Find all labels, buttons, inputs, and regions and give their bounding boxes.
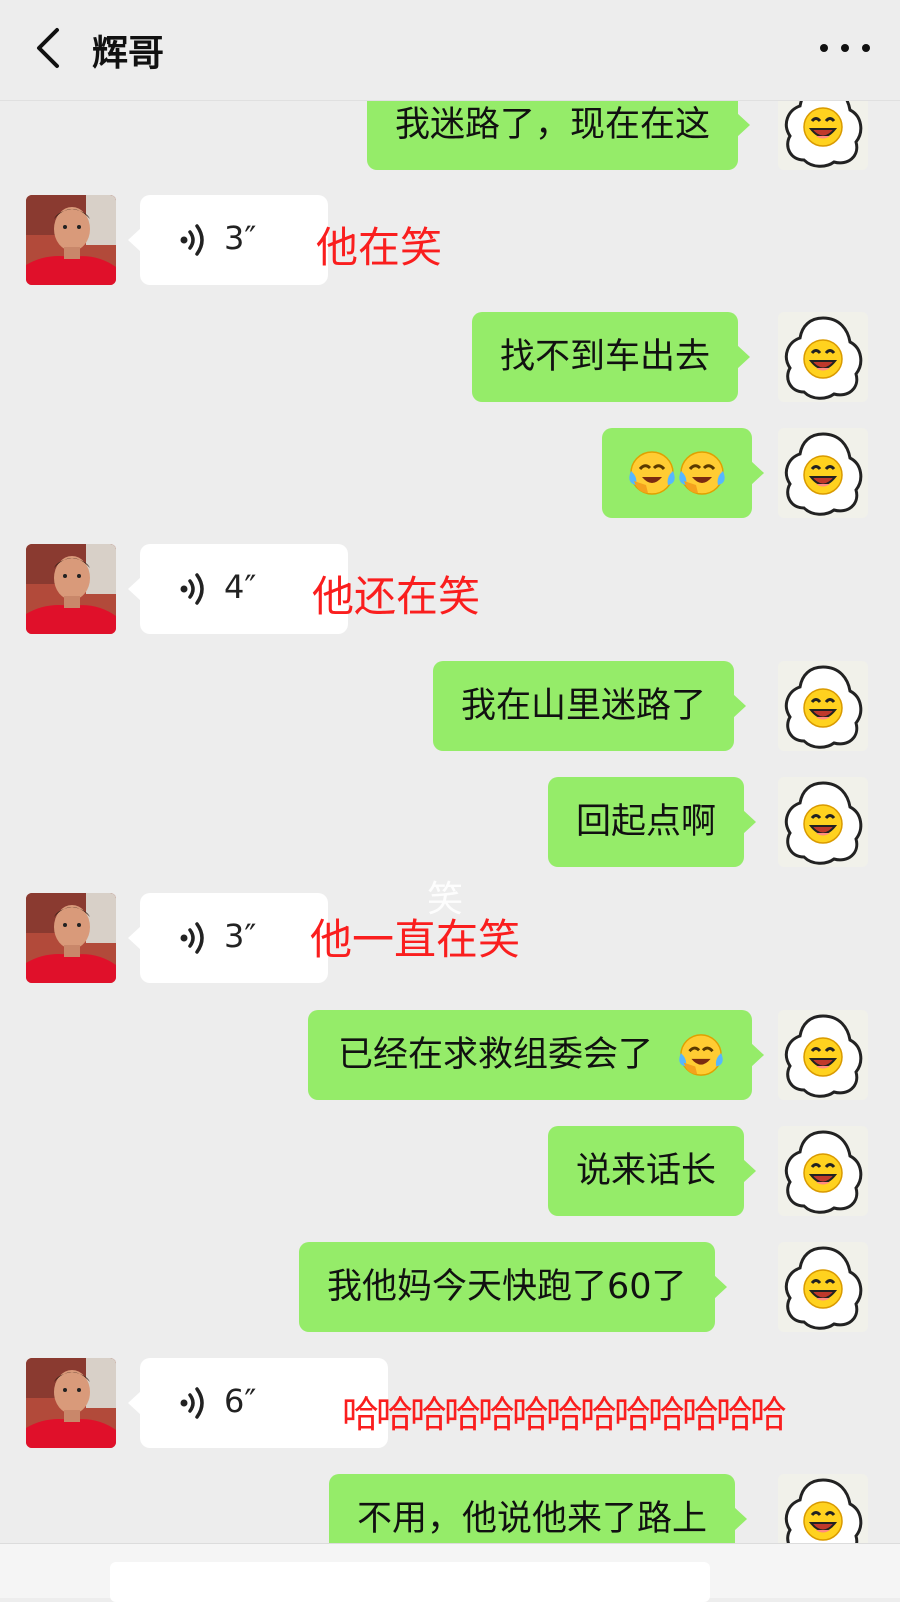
my-avatar-egg[interactable] bbox=[778, 1126, 868, 1216]
message-input[interactable] bbox=[110, 1562, 710, 1602]
chat-title: 辉哥 bbox=[92, 33, 165, 74]
my-avatar-egg[interactable] bbox=[778, 428, 868, 518]
voice-message-bubble[interactable]: 3″ bbox=[128, 195, 328, 285]
red-annotation: 他一直在笑 bbox=[310, 915, 521, 964]
message-bubble-outgoing[interactable]: 已经在求救组委会了 bbox=[308, 1010, 764, 1100]
message-bubble-outgoing[interactable]: 说来话长 bbox=[548, 1126, 757, 1216]
message-bubble-outgoing[interactable]: 找不到车出去 bbox=[472, 312, 751, 402]
my-avatar-egg[interactable] bbox=[778, 312, 868, 402]
back-icon[interactable] bbox=[30, 22, 66, 74]
message-text: 已经在求救组委会了 bbox=[338, 1035, 654, 1075]
friend-avatar[interactable] bbox=[26, 1358, 116, 1448]
laugh-cry-emoji bbox=[678, 449, 726, 497]
emoji-message-bubble[interactable] bbox=[602, 428, 764, 518]
laugh-cry-emoji bbox=[678, 1032, 724, 1078]
voice-wave-icon bbox=[180, 573, 204, 605]
red-annotation: 他在笑 bbox=[316, 223, 443, 272]
friend-avatar[interactable] bbox=[26, 195, 116, 285]
voice-message-bubble[interactable]: 3″ bbox=[128, 893, 328, 983]
voice-wave-icon bbox=[180, 922, 204, 954]
voice-duration: 6″ bbox=[224, 1382, 257, 1420]
more-options-icon[interactable] bbox=[820, 30, 870, 66]
voice-duration: 3″ bbox=[224, 917, 257, 955]
friend-avatar[interactable] bbox=[26, 544, 116, 634]
voice-wave-icon bbox=[180, 1387, 204, 1419]
friend-avatar[interactable] bbox=[26, 893, 116, 983]
input-bar bbox=[0, 1543, 900, 1602]
voice-duration: 4″ bbox=[224, 568, 257, 606]
laugh-cry-emoji bbox=[628, 449, 676, 497]
top-bar: 辉哥 bbox=[0, 0, 900, 101]
my-avatar-egg[interactable] bbox=[778, 1010, 868, 1100]
voice-duration: 3″ bbox=[224, 219, 257, 257]
my-avatar-egg[interactable] bbox=[778, 661, 868, 751]
red-annotation: 他还在笑 bbox=[312, 572, 481, 621]
message-bubble-outgoing[interactable]: 我在山里迷路了 bbox=[433, 661, 747, 751]
my-avatar-egg[interactable] bbox=[778, 777, 868, 867]
red-annotation: 哈哈哈哈哈哈哈哈哈哈哈哈哈 bbox=[342, 1393, 787, 1436]
message-bubble-outgoing[interactable]: 回起点啊 bbox=[548, 777, 757, 867]
my-avatar-egg[interactable] bbox=[778, 1242, 868, 1332]
message-bubble-outgoing[interactable]: 我他妈今天快跑了60了 bbox=[299, 1242, 727, 1332]
voice-wave-icon bbox=[180, 224, 204, 256]
